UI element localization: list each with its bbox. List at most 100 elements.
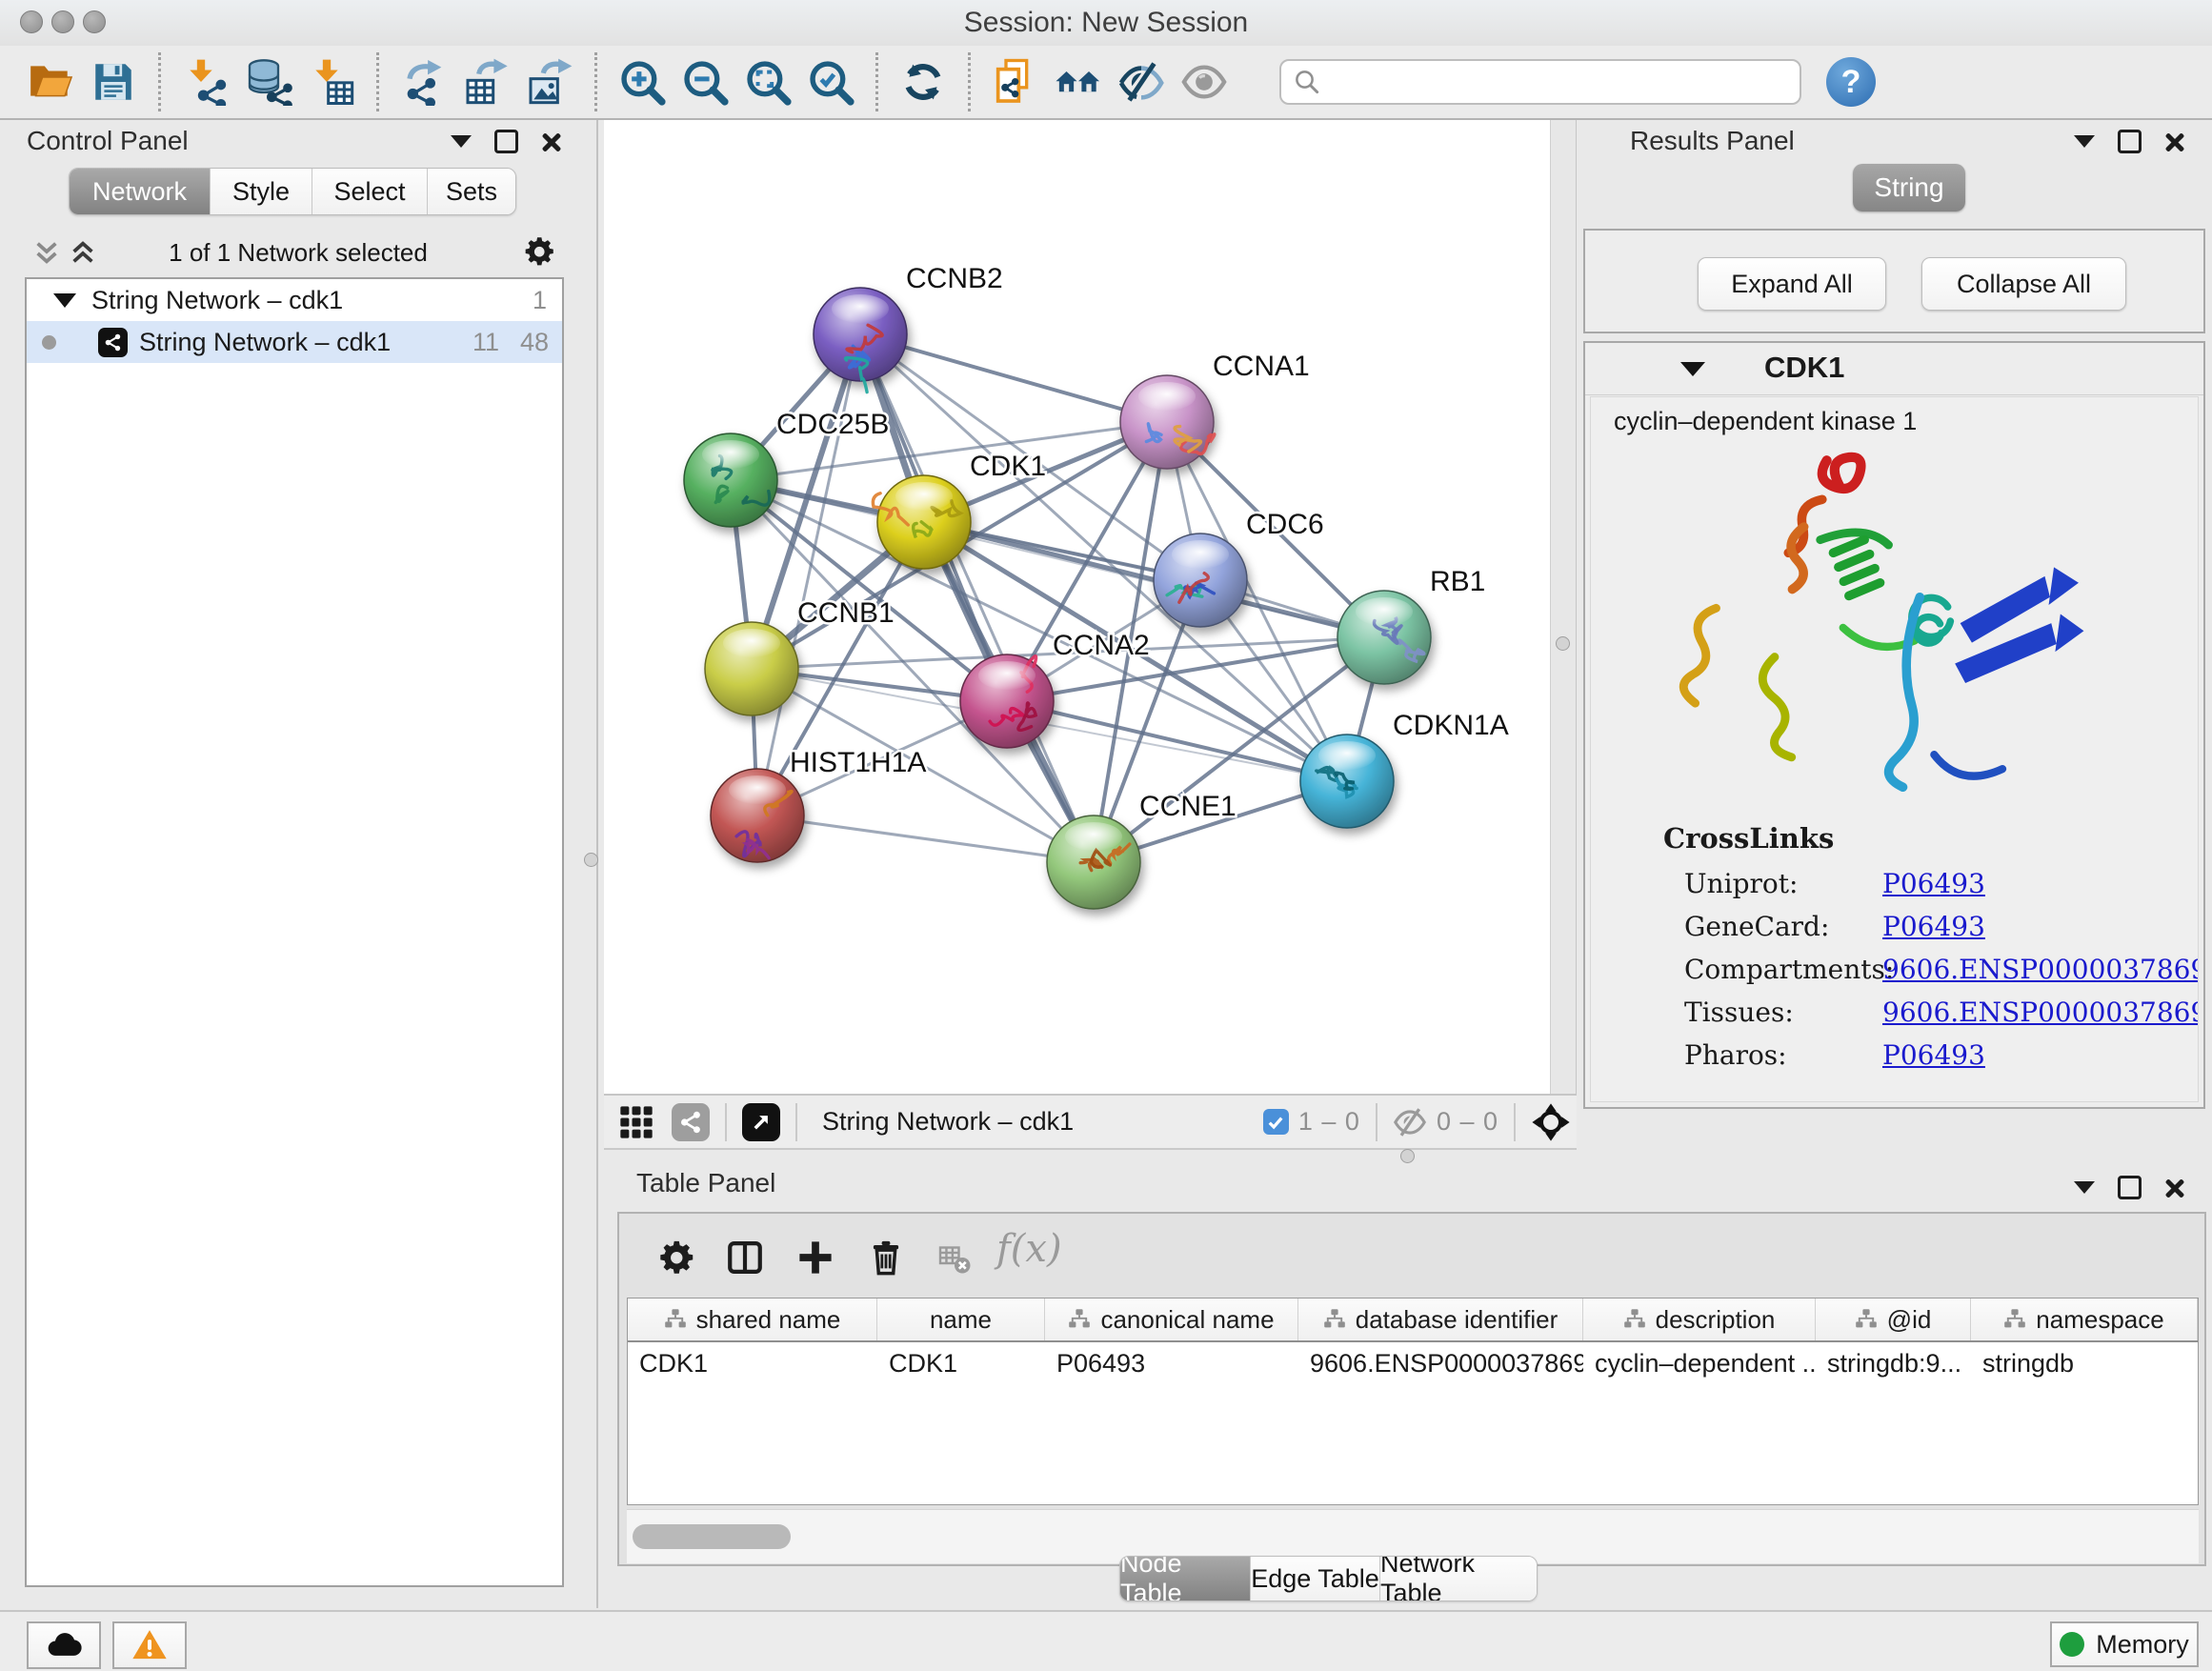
table-cell[interactable]: stringdb:9... xyxy=(1816,1342,1971,1384)
gear-icon[interactable] xyxy=(522,234,556,269)
scrollbar-thumb[interactable] xyxy=(633,1524,791,1549)
new-network-from-selection-button[interactable] xyxy=(989,53,1042,111)
zoom-out-button[interactable] xyxy=(678,53,732,111)
crosslink-link[interactable]: P06493 xyxy=(1882,868,1985,897)
warnings-button[interactable] xyxy=(112,1621,187,1669)
hide-selected-button[interactable] xyxy=(1115,53,1168,111)
show-hidden-button[interactable] xyxy=(1177,53,1231,111)
gene-section-header[interactable]: CDK1 xyxy=(1585,343,2203,395)
help-button[interactable]: ? xyxy=(1826,57,1876,107)
network-node-cdkn1a[interactable] xyxy=(1300,735,1394,828)
table-cell[interactable]: CDK1 xyxy=(877,1342,1045,1384)
maximize-panel-icon[interactable] xyxy=(2118,1176,2142,1199)
memory-button[interactable]: Memory xyxy=(2050,1621,2199,1667)
apply-layout-button[interactable] xyxy=(896,53,950,111)
network-node-ccne1[interactable] xyxy=(1047,815,1140,909)
column-header--id[interactable]: @id xyxy=(1816,1299,1971,1340)
create-column-button[interactable] xyxy=(787,1229,844,1286)
right-splitter-handle[interactable] xyxy=(1556,636,1570,651)
close-panel-icon[interactable] xyxy=(2164,1178,2185,1198)
collapse-gene-icon[interactable] xyxy=(1680,362,1705,376)
cloud-status-button[interactable] xyxy=(27,1621,101,1669)
gene-name: CDK1 xyxy=(1764,351,1844,385)
float-panel-icon[interactable] xyxy=(451,135,472,148)
table-cell[interactable]: stringdb xyxy=(1971,1342,2198,1384)
search-input[interactable] xyxy=(1321,62,1800,102)
tab-network-table[interactable]: Network Table xyxy=(1380,1557,1537,1601)
close-panel-icon[interactable] xyxy=(2164,131,2185,152)
column-header-shared-name[interactable]: shared name xyxy=(628,1299,877,1340)
expand-all-button[interactable]: Expand All xyxy=(1698,257,1886,311)
tab-node-table[interactable]: Node Table xyxy=(1120,1557,1251,1601)
maximize-panel-icon[interactable] xyxy=(2118,130,2142,153)
delete-table-button[interactable] xyxy=(926,1229,983,1286)
collapse-all-button[interactable]: Collapse All xyxy=(1921,257,2126,311)
function-builder-button[interactable]: f(x) xyxy=(996,1227,1062,1271)
tab-select[interactable]: Select xyxy=(312,169,428,214)
network-node-rb1[interactable] xyxy=(1337,591,1431,684)
crosslink-link[interactable]: P06493 xyxy=(1882,1039,1985,1069)
tab-style[interactable]: Style xyxy=(211,169,312,214)
close-panel-icon[interactable] xyxy=(541,131,562,152)
tab-network[interactable]: Network xyxy=(70,169,211,214)
network-node-cdc25b[interactable] xyxy=(684,433,777,527)
tab-string[interactable]: String xyxy=(1853,164,1965,211)
export-network-button[interactable] xyxy=(397,53,451,111)
crosslink-link[interactable]: 9606.ENSP00000378699 xyxy=(1882,997,2199,1026)
zoom-selected-button[interactable] xyxy=(804,53,857,111)
import-network-from-database-button[interactable] xyxy=(242,53,295,111)
collapse-all-icon[interactable] xyxy=(32,238,61,267)
open-session-button[interactable] xyxy=(24,53,77,111)
column-header-database-identifier[interactable]: database identifier xyxy=(1298,1299,1583,1340)
export-image-button[interactable] xyxy=(523,53,576,111)
network-node-ccnb2[interactable] xyxy=(814,288,907,393)
column-header-name[interactable]: name xyxy=(877,1299,1045,1340)
network-node-cdc6[interactable] xyxy=(1154,534,1247,627)
network-node-ccna2[interactable] xyxy=(960,654,1054,748)
column-header-description[interactable]: description xyxy=(1583,1299,1816,1340)
zoom-fit-button[interactable] xyxy=(741,53,794,111)
import-network-from-file-button[interactable] xyxy=(179,53,232,111)
table-settings-button[interactable] xyxy=(648,1229,705,1286)
network-node-hist1h1a[interactable] xyxy=(711,769,804,862)
global-search-field[interactable] xyxy=(1279,59,1801,105)
show-columns-button[interactable] xyxy=(716,1229,774,1286)
network-node-ccna1[interactable] xyxy=(1120,375,1215,469)
table-row[interactable]: CDK1CDK1P064939606.ENSP00000378699cyclin… xyxy=(628,1342,2198,1384)
export-table-button[interactable] xyxy=(460,53,513,111)
left-splitter-handle[interactable] xyxy=(584,853,598,867)
float-panel-icon[interactable] xyxy=(2074,1181,2095,1194)
save-session-button[interactable] xyxy=(87,53,140,111)
table-cell[interactable]: 9606.ENSP00000378699 xyxy=(1298,1342,1583,1384)
selected-indicator-checkbox[interactable] xyxy=(1263,1109,1289,1135)
crosslink-link[interactable]: P06493 xyxy=(1882,911,1985,940)
string-query-button[interactable] xyxy=(1052,53,1105,111)
float-panel-icon[interactable] xyxy=(2074,135,2095,148)
network-collection-row[interactable]: String Network – cdk1 1 xyxy=(27,279,562,321)
string-view-icon[interactable] xyxy=(672,1103,710,1141)
right-splitter[interactable] xyxy=(1550,120,1577,1150)
node-table[interactable]: shared namenamecanonical namedatabase id… xyxy=(627,1298,2199,1505)
network-row[interactable]: String Network – cdk1 11 48 xyxy=(27,321,562,363)
network-node-ccnb1[interactable] xyxy=(705,622,798,715)
table-cell[interactable]: P06493 xyxy=(1045,1342,1298,1384)
toolbar-separator xyxy=(594,52,597,111)
column-header-namespace[interactable]: namespace xyxy=(1971,1299,2198,1340)
grid-view-button[interactable] xyxy=(615,1094,657,1151)
import-table-from-file-button[interactable] xyxy=(305,53,358,111)
crosshair-icon[interactable] xyxy=(1531,1102,1571,1142)
delete-column-button[interactable] xyxy=(857,1229,915,1286)
column-header-canonical-name[interactable]: canonical name xyxy=(1045,1299,1298,1340)
open-external-button[interactable] xyxy=(742,1103,780,1141)
tab-edge-table[interactable]: Edge Table xyxy=(1251,1557,1380,1601)
maximize-panel-icon[interactable] xyxy=(494,130,518,153)
tab-sets[interactable]: Sets xyxy=(428,169,515,214)
zoom-in-button[interactable] xyxy=(615,53,669,111)
table-cell[interactable]: CDK1 xyxy=(628,1342,877,1384)
collection-expand-icon[interactable] xyxy=(53,293,76,308)
network-canvas[interactable]: CCNB2CCNA1CDC25BCDK1CDC6RB1CCNB1CCNA2CDK… xyxy=(604,120,1550,1094)
bottom-splitter-handle[interactable] xyxy=(1400,1149,1415,1163)
table-cell[interactable]: cyclin–dependent ... xyxy=(1583,1342,1816,1384)
expand-all-icon[interactable] xyxy=(69,238,97,267)
crosslink-link[interactable]: 9606.ENSP00000378699 xyxy=(1882,954,2199,983)
